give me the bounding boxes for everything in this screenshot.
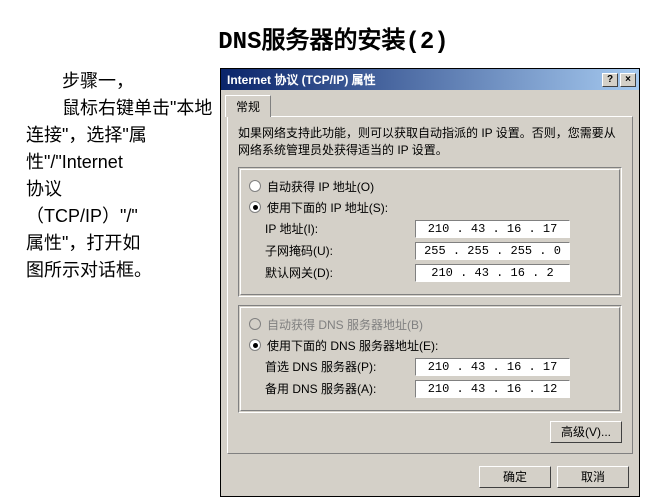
subnet-mask-input[interactable]: 255 . 255 . 255 . 0 (415, 242, 570, 260)
radio-use-dns-row[interactable]: 使用下面的 DNS 服务器地址(E): (249, 337, 611, 354)
dialog-title: Internet 协议 (TCP/IP) 属性 (227, 71, 600, 88)
description-text: 如果网络支持此功能，则可以获取自动指派的 IP 设置。否则，您需要从网络系统管理… (238, 125, 622, 159)
ip-settings-group: 自动获得 IP 地址(O) 使用下面的 IP 地址(S): IP 地址(I): … (238, 167, 622, 297)
tab-general[interactable]: 常规 (225, 95, 271, 117)
radio-icon (249, 201, 261, 213)
gateway-label: 默认网关(D): (265, 264, 415, 281)
titlebar: Internet 协议 (TCP/IP) 属性 ? × (221, 69, 639, 90)
radio-icon (249, 180, 261, 192)
ip-address-input[interactable]: 210 . 43 . 16 . 17 (415, 220, 570, 238)
cancel-button[interactable]: 取消 (557, 466, 629, 488)
slide-title: DNS服务器的安装(2) (0, 0, 667, 68)
tab-strip: 常规 (221, 90, 639, 116)
ok-button[interactable]: 确定 (479, 466, 551, 488)
gateway-input[interactable]: 210 . 43 . 16 . 2 (415, 264, 570, 282)
radio-icon (249, 318, 261, 330)
subnet-mask-label: 子网掩码(U): (265, 242, 415, 259)
radio-use-ip-row[interactable]: 使用下面的 IP 地址(S): (249, 199, 611, 216)
tcpip-properties-dialog: Internet 协议 (TCP/IP) 属性 ? × 常规 如果网络支持此功能… (220, 68, 640, 497)
preferred-dns-label: 首选 DNS 服务器(P): (265, 358, 415, 375)
alternate-dns-input[interactable]: 210 . 43 . 16 . 12 (415, 380, 570, 398)
dns-settings-group: 自动获得 DNS 服务器地址(B) 使用下面的 DNS 服务器地址(E): 首选… (238, 305, 622, 413)
preferred-dns-input[interactable]: 210 . 43 . 16 . 17 (415, 358, 570, 376)
instruction-text: 步骤一， 鼠标右键单击"本地连接"，选择"属性"/"Internet协议（TCP… (10, 68, 220, 284)
advanced-button[interactable]: 高级(V)... (550, 421, 622, 443)
alternate-dns-label: 备用 DNS 服务器(A): (265, 380, 415, 397)
dialog-button-bar: 确定 取消 (221, 460, 639, 496)
radio-use-dns-label: 使用下面的 DNS 服务器地址(E): (267, 337, 438, 354)
ip-address-label: IP 地址(I): (265, 220, 415, 237)
dialog-body: 如果网络支持此功能，则可以获取自动指派的 IP 设置。否则，您需要从网络系统管理… (227, 116, 633, 454)
help-icon[interactable]: ? (602, 73, 618, 87)
radio-icon (249, 339, 261, 351)
radio-auto-dns-row: 自动获得 DNS 服务器地址(B) (249, 316, 611, 333)
radio-auto-ip-label: 自动获得 IP 地址(O) (267, 178, 374, 195)
radio-auto-dns-label: 自动获得 DNS 服务器地址(B) (267, 316, 423, 333)
radio-auto-ip-row[interactable]: 自动获得 IP 地址(O) (249, 178, 611, 195)
close-icon[interactable]: × (620, 73, 636, 87)
radio-use-ip-label: 使用下面的 IP 地址(S): (267, 199, 388, 216)
